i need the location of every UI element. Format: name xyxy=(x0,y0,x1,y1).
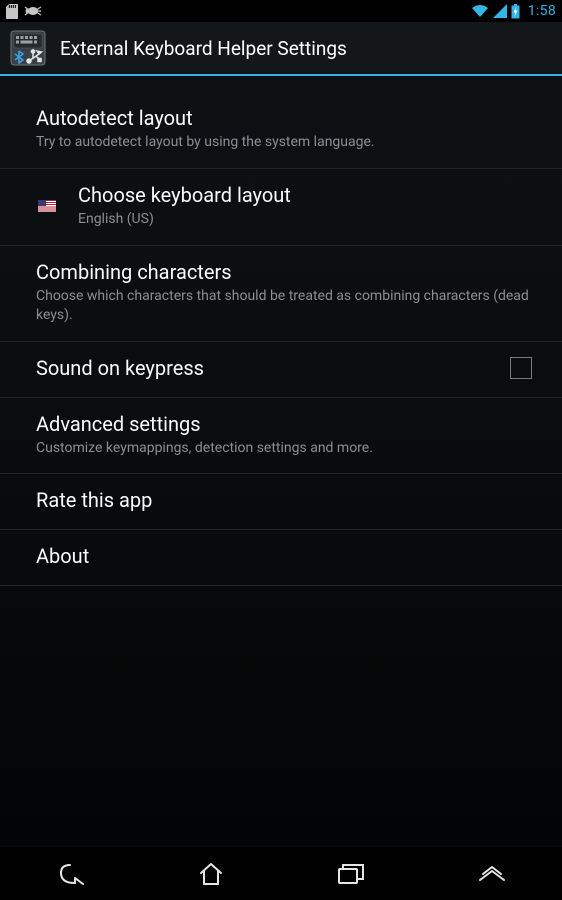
settings-list: Autodetect layout Try to autodetect layo… xyxy=(0,76,562,846)
pref-title: Sound on keypress xyxy=(36,356,496,381)
pref-sound-on-keypress[interactable]: Sound on keypress xyxy=(0,342,562,398)
pref-summary: Choose which characters that should be t… xyxy=(36,287,538,325)
sd-card-icon xyxy=(6,4,18,19)
status-clock: 1:58 xyxy=(528,3,556,19)
pref-title: Autodetect layout xyxy=(36,106,538,131)
page-title: External Keyboard Helper Settings xyxy=(60,37,347,60)
nav-home-button[interactable] xyxy=(189,852,233,896)
pref-title: Combining characters xyxy=(36,260,538,285)
pref-title: Choose keyboard layout xyxy=(78,183,538,208)
cell-signal-icon xyxy=(493,4,507,18)
nav-back-button[interactable] xyxy=(48,852,92,896)
action-bar: External Keyboard Helper Settings xyxy=(0,22,562,76)
pref-summary: Try to autodetect layout by using the sy… xyxy=(36,133,538,152)
battery-icon xyxy=(511,4,520,19)
pref-about[interactable]: About xyxy=(0,530,562,586)
flag-us-icon xyxy=(36,200,58,212)
pref-summary: English (US) xyxy=(78,210,538,229)
pref-autodetect-layout[interactable]: Autodetect layout Try to autodetect layo… xyxy=(0,86,562,169)
nav-recent-button[interactable] xyxy=(329,852,373,896)
pref-rate-app[interactable]: Rate this app xyxy=(0,474,562,530)
status-bar: 1:58 xyxy=(0,0,562,22)
nav-menu-button[interactable] xyxy=(470,852,514,896)
navigation-bar xyxy=(0,846,562,900)
pref-title: About xyxy=(36,544,538,569)
pref-choose-layout[interactable]: Choose keyboard layout English (US) xyxy=(0,169,562,246)
pref-title: Rate this app xyxy=(36,488,538,513)
debug-icon xyxy=(24,5,42,17)
wifi-icon xyxy=(471,4,489,18)
app-icon xyxy=(10,30,46,66)
pref-combining-characters[interactable]: Combining characters Choose which charac… xyxy=(0,246,562,342)
sound-checkbox[interactable] xyxy=(510,357,532,379)
pref-summary: Customize keymappings, detection setting… xyxy=(36,439,538,458)
pref-advanced-settings[interactable]: Advanced settings Customize keymappings,… xyxy=(0,398,562,475)
pref-title: Advanced settings xyxy=(36,412,538,437)
